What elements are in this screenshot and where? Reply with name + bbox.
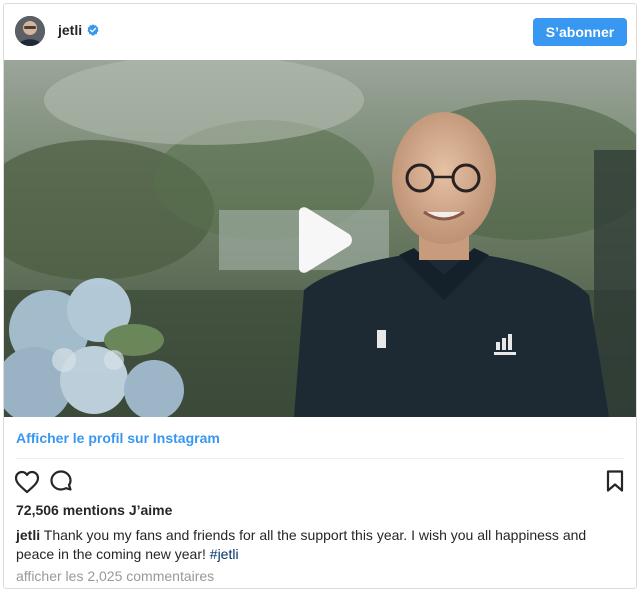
action-bar [4,466,636,498]
caption-text: Thank you my fans and friends for all th… [16,527,587,562]
bookmark-icon[interactable] [606,470,624,492]
video-thumbnail[interactable] [4,60,636,417]
username[interactable]: jetli [58,22,82,38]
subscribe-button[interactable]: S’abonner [533,18,627,46]
caption: jetli Thank you my fans and friends for … [16,526,626,564]
divider [16,458,624,459]
view-profile-link[interactable]: Afficher le profil sur Instagram [16,430,220,446]
likes-count[interactable]: 72,506 mentions J’aime [16,502,172,518]
avatar[interactable] [15,16,45,46]
verified-badge-icon [87,24,99,36]
instagram-embed-card: jetli S’abonner Afficher le profil sur I… [3,3,637,589]
comment-icon[interactable] [49,470,73,494]
heart-icon[interactable] [14,470,40,494]
hashtag-link[interactable]: #jetli [210,546,239,562]
caption-username[interactable]: jetli [16,527,40,543]
play-icon[interactable] [291,206,355,274]
post-header: jetli S’abonner [4,4,636,60]
view-comments-link[interactable]: afficher les 2,025 commentaires [16,568,214,584]
